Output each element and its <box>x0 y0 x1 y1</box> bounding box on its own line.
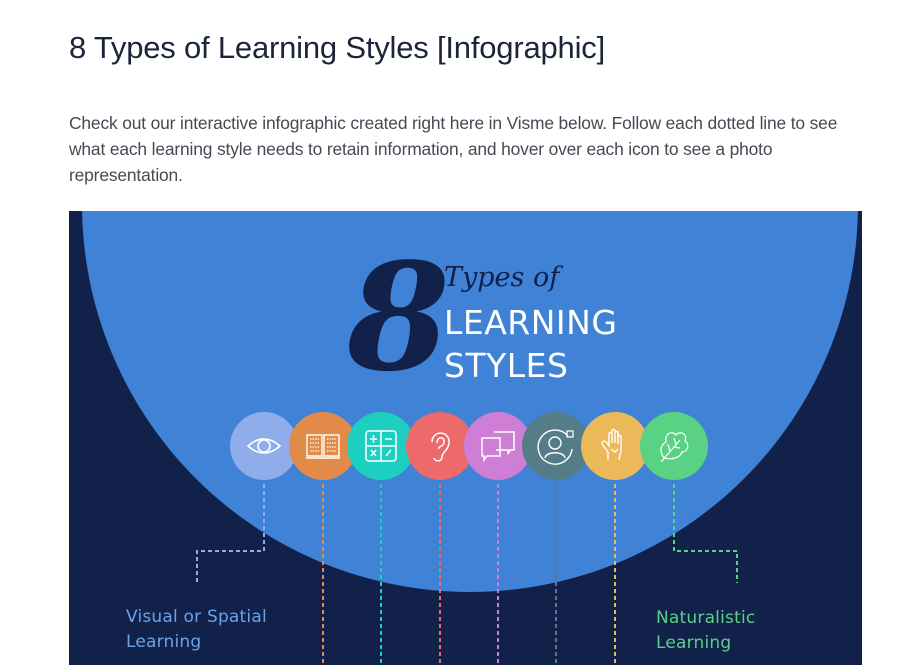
style-button-raised-hand[interactable] <box>581 412 649 480</box>
heading-styles: STYLES <box>444 346 568 385</box>
label-visual-line2: Learning <box>126 632 202 652</box>
label-naturalistic-line2: Learning <box>656 633 732 653</box>
intro-paragraph: Check out our interactive infographic cr… <box>69 113 838 185</box>
infographic-canvas: 8 Types of LEARNING STYLES <box>82 211 858 665</box>
label-naturalistic-line1: Naturalistic <box>656 608 756 628</box>
heading-learning: LEARNING <box>444 303 617 342</box>
style-button-eye[interactable] <box>230 412 298 480</box>
page-title: 8 Types of Learning Styles [Infographic] <box>69 30 605 65</box>
style-circle <box>640 412 708 480</box>
style-button-speech-bubbles[interactable] <box>464 412 532 480</box>
learning-styles-infographic: 8 Types of LEARNING STYLES Visual or Spa… <box>69 211 862 665</box>
style-circle <box>581 412 649 480</box>
style-circle <box>289 412 357 480</box>
style-button-leaf[interactable] <box>640 412 708 480</box>
label-visual-spatial[interactable]: Visual or Spatial Learning <box>126 605 267 655</box>
numeral-eight: 8 <box>346 230 450 404</box>
style-circle <box>230 412 298 480</box>
style-button-open-book[interactable] <box>289 412 357 480</box>
label-visual-line1: Visual or Spatial <box>126 607 267 627</box>
style-circle <box>522 412 590 480</box>
style-circle <box>464 412 532 480</box>
label-naturalistic[interactable]: Naturalistic Learning <box>656 606 755 656</box>
style-button-ear[interactable] <box>406 412 474 480</box>
style-button-person-thought[interactable] <box>522 412 590 480</box>
types-of-text: Types of <box>444 262 563 293</box>
style-button-calculator[interactable] <box>347 412 415 480</box>
